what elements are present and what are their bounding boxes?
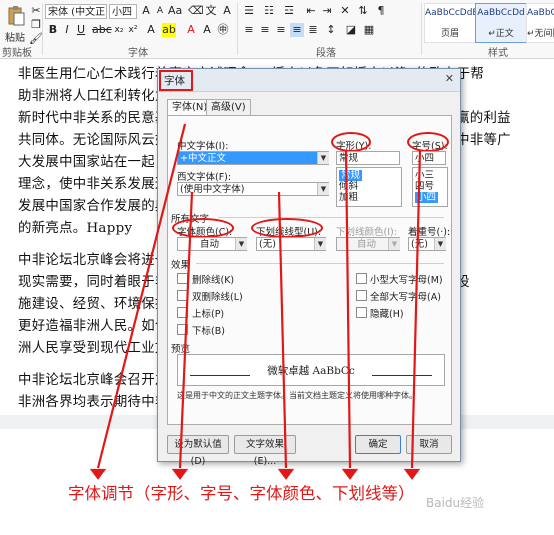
arrow-head [403,468,421,480]
arrow-head [171,468,189,480]
annotation-arrow [344,149,352,469]
annotation-arrow [96,123,187,469]
arrow-head [89,468,107,480]
annotation-arrow [277,191,288,469]
annotation-caption: 字体调节（字形、字号、字体颜色、下划线等） [68,484,415,503]
annotation-arrow [178,191,194,469]
annotation-arrows [89,123,422,480]
arrow-head [277,468,295,480]
annotation-arrow [410,149,422,469]
watermark: Baidu经验 [426,496,485,510]
arrow-head [341,468,359,480]
